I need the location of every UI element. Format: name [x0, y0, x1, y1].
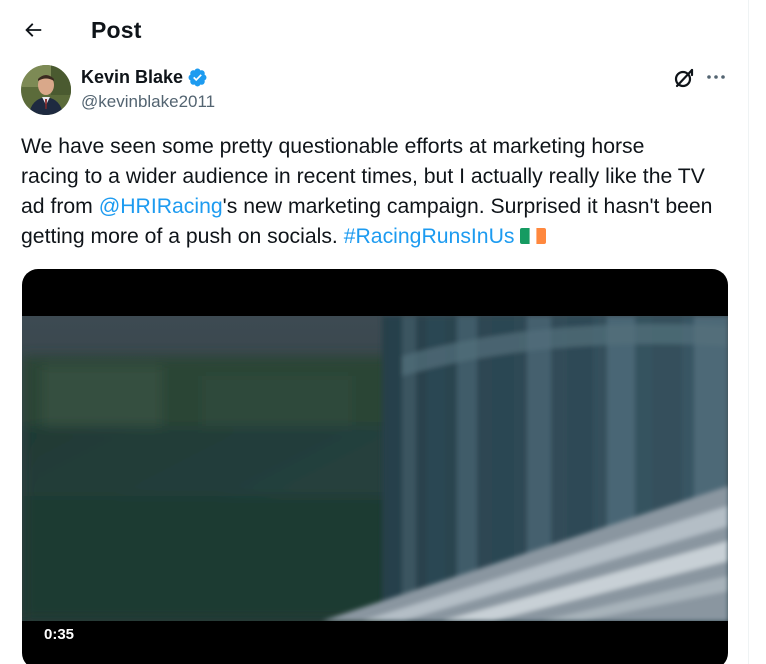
post-text-line: We have seen some pretty questionable ef…: [21, 135, 645, 158]
more-options-button[interactable]: [704, 66, 728, 90]
video-player[interactable]: 0:35: [22, 269, 728, 664]
author-name-row: Kevin Blake: [81, 66, 208, 88]
video-frame: [22, 316, 728, 621]
author-handle[interactable]: @kevinblake2011: [81, 92, 215, 112]
verified-badge-icon: [188, 68, 207, 86]
grok-button[interactable]: [672, 66, 696, 90]
author-name[interactable]: Kevin Blake: [81, 66, 183, 88]
post-text-line: getting more of a push on socials. #Raci…: [21, 222, 736, 252]
grok-icon: [674, 68, 694, 88]
more-horizontal-icon: [707, 75, 725, 79]
ireland-flag-icon: [520, 228, 547, 244]
post-text-segment: getting more of a push on socials.: [21, 225, 344, 248]
post-text-line: racing to a wider audience in recent tim…: [21, 165, 705, 188]
hashtag-link[interactable]: #RacingRunsInUs: [344, 225, 515, 248]
mention-link[interactable]: @HRIRacing: [99, 195, 223, 218]
video-duration: 0:35: [44, 626, 75, 643]
post-header: Post: [0, 0, 748, 58]
page-title: Post: [91, 17, 142, 43]
arrow-left-icon: [25, 23, 42, 37]
avatar[interactable]: [21, 65, 71, 115]
post-text-segment: 's new marketing campaign. Surprised it …: [222, 195, 713, 218]
post-page: Post Kevin Blake @kevinblake2011 We have…: [0, 0, 766, 664]
post-text-line: ad from @HRIRacing's new marketing campa…: [21, 192, 736, 222]
column-divider: [748, 0, 749, 664]
post-text-segment: ad from: [21, 195, 99, 218]
post-text: We have seen some pretty questionable ef…: [21, 132, 736, 252]
back-button[interactable]: [14, 11, 52, 49]
